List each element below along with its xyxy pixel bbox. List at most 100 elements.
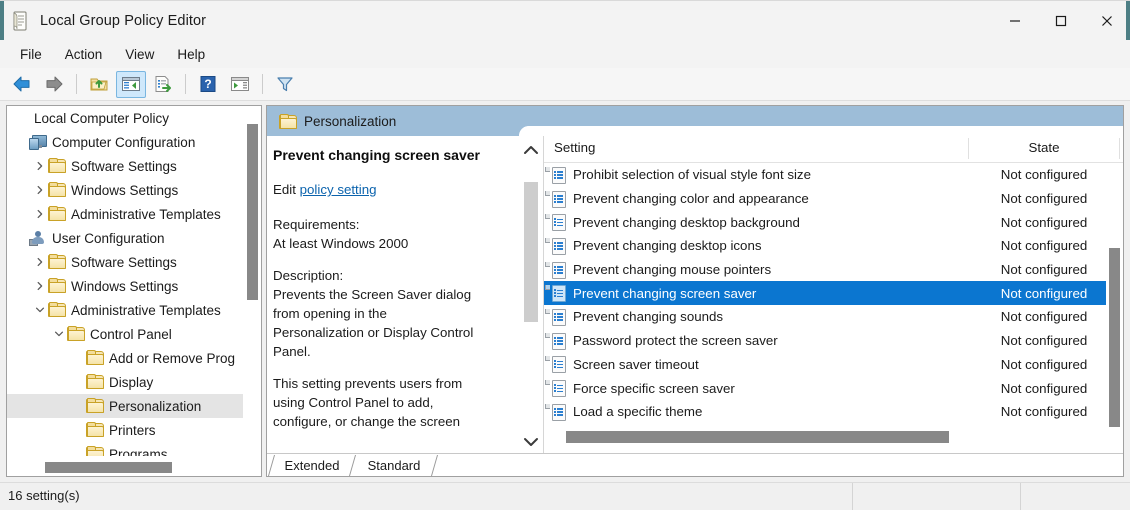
minimize-button[interactable] bbox=[992, 1, 1038, 41]
user-icon bbox=[29, 230, 47, 246]
setting-name: Prevent changing screen saver bbox=[573, 286, 756, 301]
setting-name: Load a specific theme bbox=[573, 404, 702, 419]
chevron-down-icon[interactable] bbox=[519, 428, 543, 456]
tree-node-windows-settings[interactable]: Windows Settings bbox=[7, 178, 243, 202]
settings-list-row[interactable]: Prevent changing desktop backgroundNot c… bbox=[544, 210, 1106, 234]
folder-icon bbox=[48, 182, 66, 198]
status-bar: 16 setting(s) bbox=[0, 482, 1130, 510]
column-header-state[interactable]: State bbox=[969, 140, 1119, 155]
extended-help-scrollbar-thumb[interactable] bbox=[524, 182, 538, 322]
chevron-up-icon[interactable] bbox=[519, 136, 543, 164]
settings-list-row[interactable]: Force specific screen saver Not configure… bbox=[544, 376, 1106, 400]
settings-list-row[interactable]: Password protect the screen saverNot con… bbox=[544, 329, 1106, 353]
chevron-right-icon[interactable] bbox=[32, 206, 48, 222]
settings-list-horizontal-scrollbar-thumb[interactable] bbox=[566, 431, 949, 443]
tree-node-computer-configuration[interactable]: Computer Configuration bbox=[7, 130, 243, 154]
description-line: Panel. bbox=[273, 342, 509, 361]
tree-node-personalization[interactable]: Personalization bbox=[7, 394, 243, 418]
folder-icon bbox=[86, 350, 104, 366]
folder-icon bbox=[86, 422, 104, 438]
toolbar-separator-2 bbox=[185, 74, 186, 94]
tree-node-label: Computer Configuration bbox=[52, 135, 195, 150]
back-button[interactable] bbox=[7, 71, 37, 98]
setting-state: Not configured bbox=[969, 404, 1106, 419]
setting-state: Not configured bbox=[969, 381, 1106, 396]
show-hide-console-tree-button[interactable] bbox=[116, 71, 146, 98]
tree-node-label: Windows Settings bbox=[71, 183, 178, 198]
settings-list-vertical-scrollbar[interactable] bbox=[1106, 163, 1123, 426]
tree-node-windows-settings[interactable]: Windows Settings bbox=[7, 274, 243, 298]
description-label: Description: bbox=[273, 266, 509, 285]
toolbar-separator-3 bbox=[262, 74, 263, 94]
policy-setting-icon bbox=[551, 214, 567, 230]
tree-node-display[interactable]: Display bbox=[7, 370, 243, 394]
extended-help-scrollbar[interactable] bbox=[519, 136, 543, 456]
tree-horizontal-scrollbar[interactable] bbox=[7, 459, 244, 476]
menu-action[interactable]: Action bbox=[55, 44, 113, 65]
filter-button[interactable] bbox=[270, 71, 300, 98]
setting-name: Force specific screen saver bbox=[573, 381, 735, 396]
tree-node-add-or-remove-prog[interactable]: Add or Remove Prog bbox=[7, 346, 243, 370]
tree-node-local-computer-policy[interactable]: Local Computer Policy bbox=[7, 106, 243, 130]
tree-vertical-scrollbar[interactable] bbox=[243, 106, 261, 459]
export-list-button[interactable] bbox=[148, 71, 178, 98]
tree-node-label: Administrative Templates bbox=[71, 303, 221, 318]
chevron-right-icon[interactable] bbox=[32, 158, 48, 174]
column-header-setting[interactable]: Setting bbox=[554, 140, 595, 155]
settings-list-row[interactable]: Prevent changing desktop iconsNot config… bbox=[544, 234, 1106, 258]
tree-node-administrative-templates[interactable]: Administrative Templates bbox=[7, 202, 243, 226]
computer-icon bbox=[29, 134, 47, 150]
tree-node-label: Add or Remove Prog bbox=[109, 351, 235, 366]
menu-view[interactable]: View bbox=[115, 44, 164, 65]
menu-help[interactable]: Help bbox=[167, 44, 215, 65]
tab-standard[interactable]: Standard bbox=[353, 455, 435, 476]
chevron-right-icon[interactable] bbox=[32, 254, 48, 270]
setting-name: Prevent changing mouse pointers bbox=[573, 262, 771, 277]
settings-list-vertical-scrollbar-thumb[interactable] bbox=[1109, 248, 1120, 428]
chevron-right-icon[interactable] bbox=[32, 182, 48, 198]
settings-list-row[interactable]: Prevent changing mouse pointersNot confi… bbox=[544, 258, 1106, 282]
menu-file[interactable]: File bbox=[10, 44, 52, 65]
tree-node-programs[interactable]: Programs bbox=[7, 442, 243, 456]
help-button[interactable]: ? bbox=[193, 71, 223, 98]
policy-setting-link[interactable]: policy setting bbox=[300, 182, 377, 197]
tree-node-user-configuration[interactable]: User Configuration bbox=[7, 226, 243, 250]
close-button[interactable] bbox=[1084, 1, 1130, 41]
twisty-spacer bbox=[70, 422, 86, 438]
tree-vertical-scrollbar-thumb[interactable] bbox=[247, 124, 258, 300]
settings-list-horizontal-scrollbar[interactable] bbox=[544, 427, 1123, 447]
tree-node-software-settings[interactable]: Software Settings bbox=[7, 250, 243, 274]
tree-node-control-panel[interactable]: Control Panel bbox=[7, 322, 243, 346]
toolbar-separator bbox=[76, 74, 77, 94]
tab-standard-label: Standard bbox=[368, 458, 421, 473]
status-divider bbox=[1020, 483, 1021, 510]
tree-node-software-settings[interactable]: Software Settings bbox=[7, 154, 243, 178]
settings-list-row[interactable]: Prevent changing color and appearanceNot… bbox=[544, 187, 1106, 211]
tree-horizontal-scrollbar-thumb[interactable] bbox=[45, 462, 172, 473]
status-text: 16 setting(s) bbox=[8, 488, 80, 503]
setting-state: Not configured bbox=[969, 333, 1106, 348]
settings-list-row[interactable]: Load a specific theme Not configured bbox=[544, 400, 1106, 424]
policy-setting-icon bbox=[551, 285, 567, 301]
chevron-right-icon[interactable] bbox=[32, 278, 48, 294]
chevron-down-icon[interactable] bbox=[51, 326, 67, 342]
chevron-down-icon[interactable] bbox=[32, 302, 48, 318]
settings-list-row[interactable]: Screen saver timeoutNot configured bbox=[544, 353, 1106, 377]
status-divider bbox=[852, 483, 853, 510]
tree-node-administrative-templates[interactable]: Administrative Templates bbox=[7, 298, 243, 322]
show-hide-action-pane-button[interactable] bbox=[225, 71, 255, 98]
settings-list-row[interactable]: Prevent changing screen saverNot configu… bbox=[544, 281, 1106, 305]
tree-node-label: Software Settings bbox=[71, 255, 177, 270]
tree-node-printers[interactable]: Printers bbox=[7, 418, 243, 442]
up-one-level-button[interactable] bbox=[84, 71, 114, 98]
settings-list-row[interactable]: Prohibit selection of visual style font … bbox=[544, 163, 1106, 187]
column-divider[interactable] bbox=[968, 138, 969, 159]
column-divider[interactable] bbox=[1119, 138, 1120, 159]
forward-button[interactable] bbox=[39, 71, 69, 98]
maximize-button[interactable] bbox=[1038, 1, 1084, 41]
settings-list-row[interactable]: Prevent changing soundsNot configured bbox=[544, 305, 1106, 329]
setting-state: Not configured bbox=[969, 238, 1106, 253]
tab-extended[interactable]: Extended bbox=[271, 455, 353, 476]
twisty-spacer bbox=[70, 446, 86, 456]
description-line: Personalization or Display Control bbox=[273, 323, 509, 342]
